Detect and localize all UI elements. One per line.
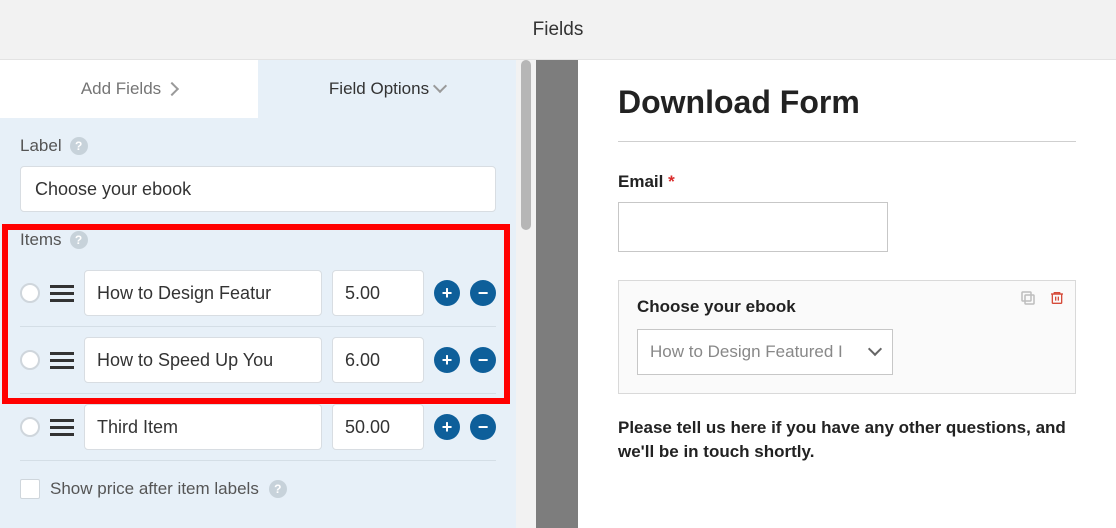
tab-add-fields-label: Add Fields <box>81 79 161 99</box>
item-default-radio[interactable] <box>20 283 40 303</box>
remove-item-button[interactable]: − <box>470 347 496 373</box>
remove-item-button[interactable]: − <box>470 280 496 306</box>
builder-sidebar: Add Fields Field Options Label ? Items ? <box>0 60 516 528</box>
tab-add-fields[interactable]: Add Fields <box>0 60 258 118</box>
select-value: How to Design Featured I <box>650 342 843 362</box>
field-options-panel: Label ? Items ? + − <box>0 118 516 528</box>
help-icon[interactable]: ? <box>70 231 88 249</box>
add-item-button[interactable]: + <box>434 414 460 440</box>
item-row: + − <box>20 260 496 327</box>
label-title-text: Label <box>20 136 62 156</box>
items-section: Items ? + − + − <box>20 230 496 499</box>
drag-handle-icon[interactable] <box>50 281 74 305</box>
remove-item-button[interactable]: − <box>470 414 496 440</box>
items-title-text: Items <box>20 230 62 250</box>
item-name-input[interactable] <box>84 270 322 316</box>
item-price-input[interactable] <box>332 404 424 450</box>
tab-field-options-label: Field Options <box>329 79 429 99</box>
help-icon[interactable]: ? <box>269 480 287 498</box>
item-default-radio[interactable] <box>20 417 40 437</box>
help-icon[interactable]: ? <box>70 137 88 155</box>
chevron-down-icon <box>435 79 445 99</box>
page-title: Fields <box>533 19 584 41</box>
item-price-input[interactable] <box>332 337 424 383</box>
field-action-icons <box>1019 289 1065 307</box>
top-bar: Fields <box>0 0 1116 60</box>
show-price-option[interactable]: Show price after item labels ? <box>20 479 496 499</box>
item-row: + − <box>20 394 496 461</box>
scrollbar-thumb[interactable] <box>521 60 531 230</box>
item-price-input[interactable] <box>332 270 424 316</box>
tab-field-options[interactable]: Field Options <box>258 60 516 118</box>
item-row: + − <box>20 327 496 394</box>
panel-divider <box>536 60 578 528</box>
add-item-button[interactable]: + <box>434 347 460 373</box>
item-default-radio[interactable] <box>20 350 40 370</box>
divider <box>618 141 1076 142</box>
ebook-select[interactable]: How to Design Featured I <box>637 329 893 375</box>
preview-email-label: Email * <box>618 172 1076 192</box>
email-label-text: Email <box>618 172 663 191</box>
items-section-title: Items ? <box>20 230 496 250</box>
drag-handle-icon[interactable] <box>50 348 74 372</box>
required-asterisk: * <box>668 172 675 191</box>
drag-handle-icon[interactable] <box>50 415 74 439</box>
item-name-input[interactable] <box>84 337 322 383</box>
scrollbar-track[interactable] <box>516 60 536 528</box>
select-field-card[interactable]: Choose your ebook How to Design Featured… <box>618 280 1076 394</box>
label-section-title: Label ? <box>20 136 496 156</box>
duplicate-icon[interactable] <box>1019 289 1037 307</box>
show-price-label: Show price after item labels <box>50 479 259 499</box>
chevron-right-icon <box>167 79 177 99</box>
chevron-down-icon <box>870 342 880 362</box>
delete-icon[interactable] <box>1049 289 1065 307</box>
preview-select-label: Choose your ebook <box>637 297 1057 317</box>
item-name-input[interactable] <box>84 404 322 450</box>
preview-help-text: Please tell us here if you have any othe… <box>618 416 1076 465</box>
add-item-button[interactable]: + <box>434 280 460 306</box>
sidebar-tabs: Add Fields Field Options <box>0 60 516 118</box>
show-price-checkbox[interactable] <box>20 479 40 499</box>
preview-form-title: Download Form <box>618 84 1076 121</box>
main-layout: Add Fields Field Options Label ? Items ? <box>0 60 1116 528</box>
form-preview: Download Form Email * Choose your ebook … <box>578 60 1116 528</box>
label-input[interactable] <box>20 166 496 212</box>
email-input[interactable] <box>618 202 888 252</box>
